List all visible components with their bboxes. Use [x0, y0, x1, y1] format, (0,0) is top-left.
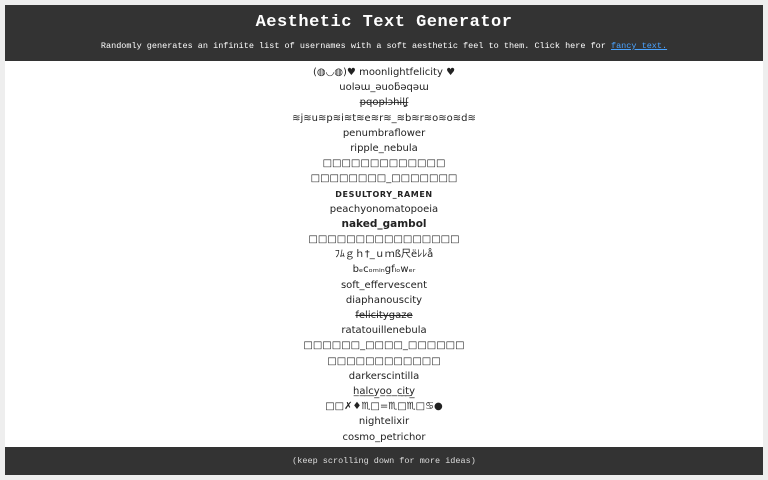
- username-item[interactable]: bₑcₒₘᵢₙgfₗₒwₑᵣ: [5, 262, 763, 277]
- username-item[interactable]: ≋j≋u≋p≋i≋t≋e≋r≋_≋b≋r≋o≋o≋d≋: [5, 111, 763, 126]
- username-item[interactable]: ripple_nebula: [5, 141, 763, 156]
- footer: (keep scrolling down for more ideas): [5, 447, 763, 475]
- username-item[interactable]: felicitygaze: [5, 308, 763, 323]
- scroll-hint: (keep scrolling down for more ideas): [292, 456, 476, 466]
- subtitle: Randomly generates an infinite list of u…: [5, 40, 763, 52]
- username-item[interactable]: □□□□□□□□□□□□□: [5, 156, 763, 171]
- username-item[interactable]: □□□□□□_□□□□_□□□□□□: [5, 338, 763, 353]
- page-frame: Aesthetic Text Generator Randomly genera…: [5, 5, 763, 475]
- username-item[interactable]: darkerscintilla: [5, 369, 763, 384]
- username-item[interactable]: naked_gambol: [5, 217, 763, 232]
- page-title: Aesthetic Text Generator: [255, 13, 513, 32]
- username-item[interactable]: (◍◡◍)♥ moonlightfelicity ♥: [5, 65, 763, 80]
- username-item[interactable]: cosmo_petrichor: [5, 430, 763, 445]
- username-item[interactable]: penumbraflower: [5, 126, 763, 141]
- username-item[interactable]: ﾌﾑｇｈ†_ｕｍß尺ёﾚﾚå: [5, 247, 763, 262]
- fancy-text-link[interactable]: fancy text.: [611, 41, 667, 51]
- username-item[interactable]: □□□□□□□□_□□□□□□□: [5, 171, 763, 186]
- username-item[interactable]: DESULTORY_RAMEN: [5, 187, 763, 202]
- username-item[interactable]: soft_effervescent: [5, 278, 763, 293]
- username-item[interactable]: peachyonomatopoeia: [5, 202, 763, 217]
- username-item[interactable]: diaphanouscity: [5, 293, 763, 308]
- username-item[interactable]: nightelixir: [5, 414, 763, 429]
- username-item[interactable]: □□□□□□□□□□□□□□□□: [5, 232, 763, 247]
- header: Aesthetic Text Generator Randomly genera…: [5, 5, 763, 61]
- username-item[interactable]: ratatouillenebula: [5, 323, 763, 338]
- username-list: (◍◡◍)♥ moonlightfelicity ♥ uoləɯ_əuoƃəqə…: [5, 65, 763, 445]
- username-item[interactable]: h̲a̲l̲c̲y̲o̲o̲_c̲i̲t̲y̲: [5, 384, 763, 399]
- username-item[interactable]: p̶q̶o̶p̶l̶ɔ̶h̶i̶l̶ʆ̶: [5, 95, 763, 110]
- username-item[interactable]: □□□□□□□□□□□□: [5, 354, 763, 369]
- username-item[interactable]: uoləɯ_əuoƃəqəɯ: [5, 80, 763, 95]
- username-item[interactable]: □□✗♦♏□=♏□♏□♋●: [5, 399, 763, 414]
- subtitle-text: Randomly generates an infinite list of u…: [100, 41, 606, 51]
